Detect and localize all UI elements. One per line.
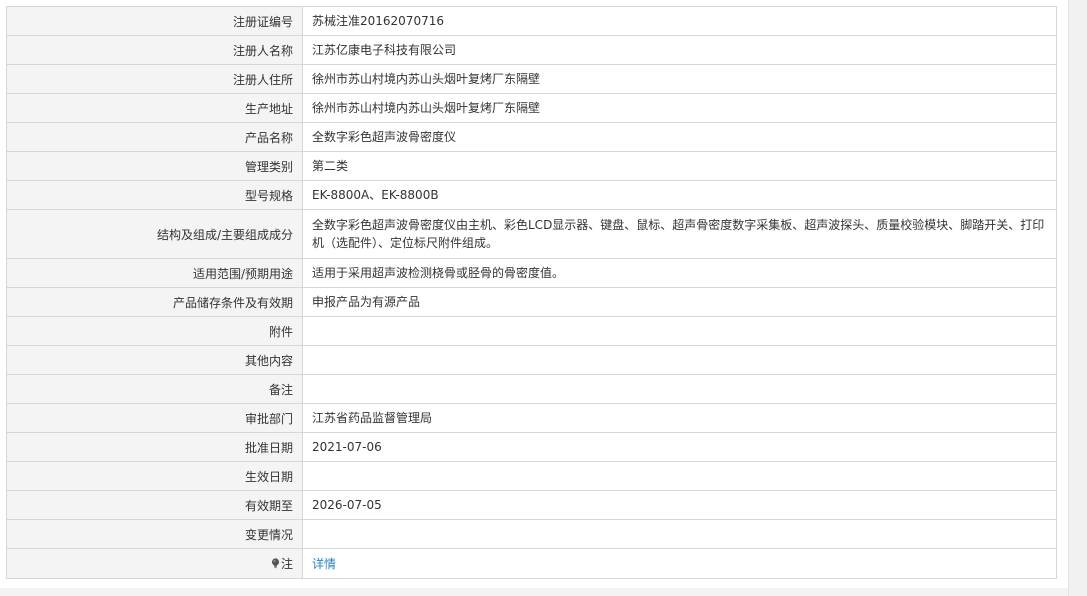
- field-value: 2021-07-06: [302, 432, 1057, 462]
- field-value: 适用于采用超声波检测桡骨或胫骨的骨密度值。: [302, 258, 1057, 288]
- field-label: 生效日期: [6, 461, 303, 491]
- table-row: 生产地址 徐州市苏山村境内苏山头烟叶复烤厂东隔壁: [6, 93, 1057, 123]
- field-label: 结构及组成/主要组成成分: [6, 209, 303, 259]
- field-label: 产品储存条件及有效期: [6, 287, 303, 317]
- field-label: 变更情况: [6, 519, 303, 549]
- scrollbar-track[interactable]: [1068, 0, 1087, 596]
- field-value: [302, 461, 1057, 491]
- registration-detail-table: 注册证编号 苏械注准20162070716 注册人名称 江苏亿康电子科技有限公司…: [6, 6, 1057, 579]
- table-row: 产品储存条件及有效期 申报产品为有源产品: [6, 287, 1057, 317]
- field-value: EK-8800A、EK-8800B: [302, 180, 1057, 210]
- table-row: 注册人住所 徐州市苏山村境内苏山头烟叶复烤厂东隔壁: [6, 64, 1057, 94]
- table-row: 其他内容: [6, 345, 1057, 375]
- table-row: 生效日期: [6, 461, 1057, 491]
- field-value: [302, 316, 1057, 346]
- field-label: 备注: [6, 374, 303, 404]
- field-label: 生产地址: [6, 93, 303, 123]
- detail-panel: 注册证编号 苏械注准20162070716 注册人名称 江苏亿康电子科技有限公司…: [0, 0, 1087, 596]
- table-row: 变更情况: [6, 519, 1057, 549]
- field-value: 江苏亿康电子科技有限公司: [302, 35, 1057, 65]
- field-label: 注册证编号: [6, 6, 303, 36]
- field-label: 有效期至: [6, 490, 303, 520]
- field-value: 第二类: [302, 151, 1057, 181]
- field-value: 徐州市苏山村境内苏山头烟叶复烤厂东隔壁: [302, 93, 1057, 123]
- field-value: 申报产品为有源产品: [302, 287, 1057, 317]
- field-label: 型号规格: [6, 180, 303, 210]
- field-label: 管理类别: [6, 151, 303, 181]
- field-value: 江苏省药品监督管理局: [302, 403, 1057, 433]
- table-row: 注册证编号 苏械注准20162070716: [6, 6, 1057, 36]
- table-row: 审批部门 江苏省药品监督管理局: [6, 403, 1057, 433]
- table-row: 结构及组成/主要组成成分 全数字彩色超声波骨密度仪由主机、彩色LCD显示器、键盘…: [6, 209, 1057, 259]
- table-row: 备注: [6, 374, 1057, 404]
- field-label: 批准日期: [6, 432, 303, 462]
- field-value: 徐州市苏山村境内苏山头烟叶复烤厂东隔壁: [302, 64, 1057, 94]
- table-row: 管理类别 第二类: [6, 151, 1057, 181]
- field-value: 全数字彩色超声波骨密度仪: [302, 122, 1057, 152]
- details-link[interactable]: 详情: [312, 557, 336, 571]
- note-label-cell: 注: [6, 548, 303, 579]
- field-label: 注册人名称: [6, 35, 303, 65]
- field-value: [302, 519, 1057, 549]
- field-label: 产品名称: [6, 122, 303, 152]
- table-row: 型号规格 EK-8800A、EK-8800B: [6, 180, 1057, 210]
- field-value: [302, 345, 1057, 375]
- field-label: 审批部门: [6, 403, 303, 433]
- table-row: 批准日期 2021-07-06: [6, 432, 1057, 462]
- note-label: 注: [280, 557, 293, 571]
- lightbulb-icon: [271, 558, 280, 569]
- field-label: 附件: [6, 316, 303, 346]
- table-row: 附件: [6, 316, 1057, 346]
- field-value: 全数字彩色超声波骨密度仪由主机、彩色LCD显示器、键盘、鼠标、超声骨密度数字采集…: [302, 209, 1057, 259]
- field-label: 其他内容: [6, 345, 303, 375]
- field-label: 适用范围/预期用途: [6, 258, 303, 288]
- field-value: [302, 374, 1057, 404]
- table-row: 产品名称 全数字彩色超声波骨密度仪: [6, 122, 1057, 152]
- note-value-cell: 详情: [302, 548, 1057, 579]
- field-value: 2026-07-05: [302, 490, 1057, 520]
- bottom-divider: [0, 588, 1068, 596]
- field-label: 注册人住所: [6, 64, 303, 94]
- note-row: 注 详情: [6, 548, 1057, 579]
- field-value: 苏械注准20162070716: [302, 6, 1057, 36]
- table-row: 有效期至 2026-07-05: [6, 490, 1057, 520]
- table-row: 注册人名称 江苏亿康电子科技有限公司: [6, 35, 1057, 65]
- table-row: 适用范围/预期用途 适用于采用超声波检测桡骨或胫骨的骨密度值。: [6, 258, 1057, 288]
